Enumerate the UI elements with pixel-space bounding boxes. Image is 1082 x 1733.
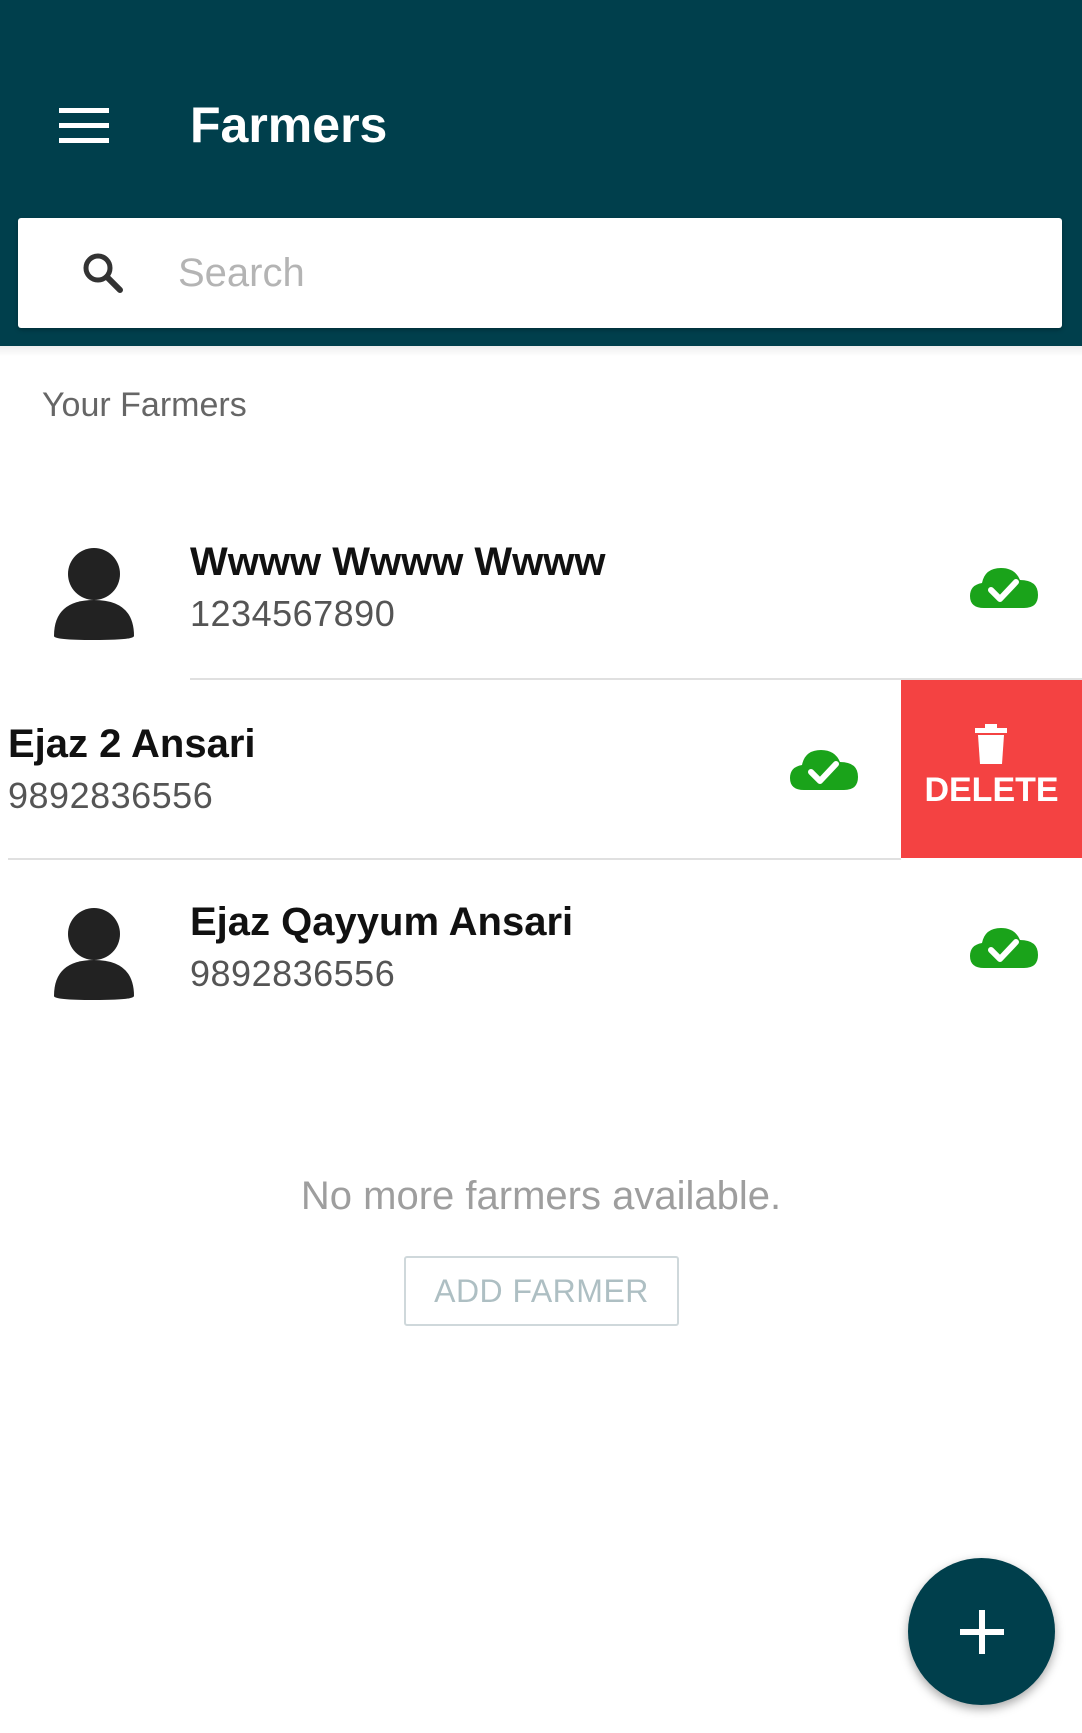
cloud-check-icon [790,750,858,790]
menu-button[interactable] [44,86,124,166]
app-header: Farmers [0,0,1082,346]
search-icon [83,253,123,293]
search-input[interactable] [178,243,1018,303]
cloud-check-icon [970,928,1038,968]
search-bar[interactable] [18,218,1062,328]
farmer-row[interactable]: Ejaz Qayyum Ansari 9892836556 [0,860,1082,1040]
farmer-name: Ejaz 2 Ansari [8,722,256,766]
trash-icon [975,724,1007,764]
farmer-name: Ejaz Qayyum Ansari [190,900,574,944]
add-fab-button[interactable] [908,1558,1055,1705]
page-title: Farmers [190,97,388,153]
farmer-row[interactable]: Wwww Wwww Wwww 1234567890 [0,500,1082,680]
hamburger-menu-icon [59,108,109,143]
empty-state-message: No more farmers available. [300,1174,782,1218]
farmer-name: Wwww Wwww Wwww [190,540,606,584]
add-farmer-button[interactable]: ADD FARMER [404,1256,679,1326]
farmer-phone: 9892836556 [8,775,214,816]
farmers-screen: Farmers Your Farmers Wwww Wwww Wwww 1234… [0,0,1082,1733]
farmer-phone: 1234567890 [190,593,396,634]
plus-icon [959,1609,1004,1654]
farmer-phone: 9892836556 [190,953,396,994]
person-icon [54,908,134,1000]
delete-button[interactable]: DELETE [901,680,1082,858]
person-icon [54,548,134,640]
cloud-check-icon [970,568,1038,608]
section-title: Your Farmers [42,386,247,424]
delete-label: DELETE [924,771,1059,809]
farmer-row-swiped[interactable]: Ejaz 2 Ansari 9892836556 DELETE [0,680,1082,860]
header-shadow [0,346,1082,356]
